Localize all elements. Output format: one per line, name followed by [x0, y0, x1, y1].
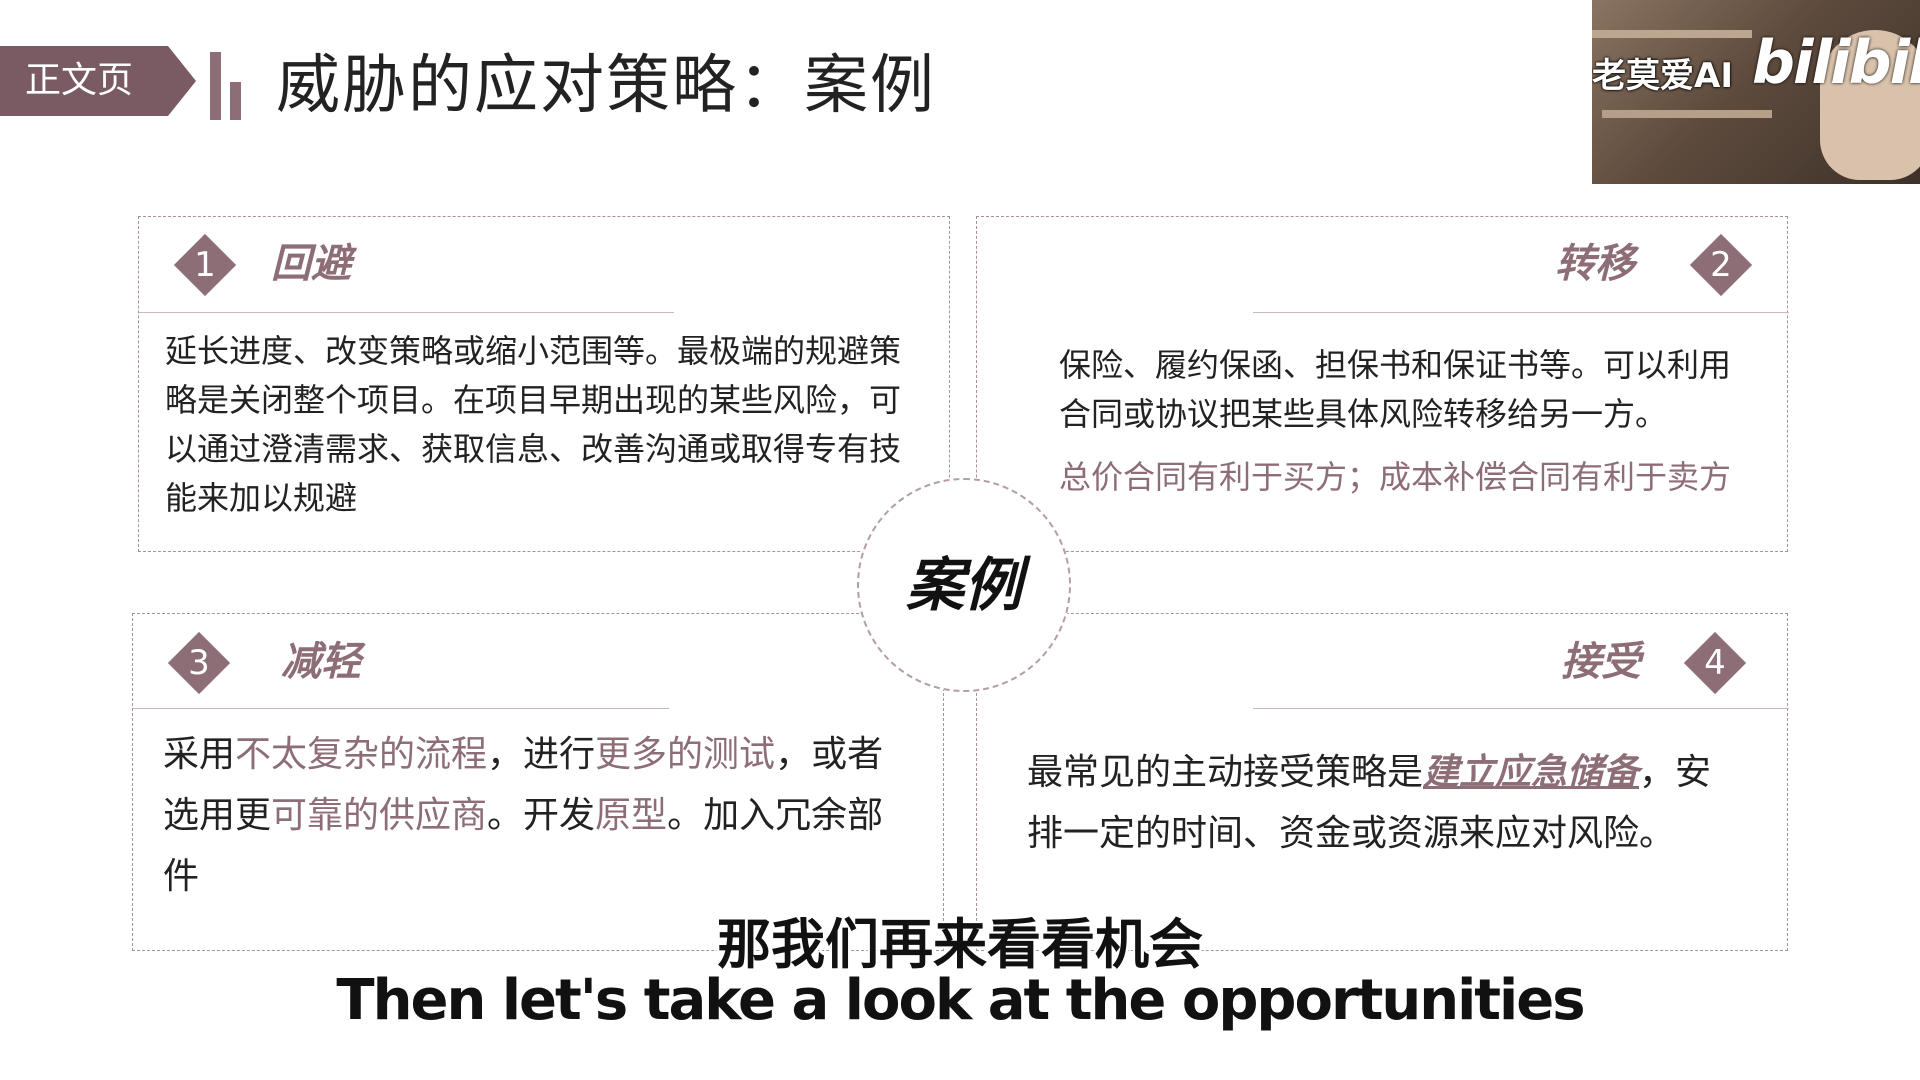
section-tag: 正文页 — [0, 46, 196, 116]
card-title: 减轻 — [281, 639, 361, 685]
title-decoration — [210, 52, 246, 120]
card-title: 接受 — [1561, 639, 1641, 685]
page-title: 威胁的应对策略：案例 — [276, 49, 936, 123]
strategy-card-transfer: 2 转移 保险、履约保函、担保书和保证书等。可以利用合同或协议把某些具体风险转移… — [976, 216, 1789, 552]
divider — [139, 312, 674, 313]
card-text: 保险、履约保函、担保书和保证书等。可以利用合同或协议把某些具体风险转移给另一方。 — [1059, 346, 1732, 433]
divider — [133, 708, 669, 709]
center-circle: 案例 — [857, 478, 1071, 692]
card-text: 延长进度、改变策略或缩小范围等。最极端的规避策略是关闭整个项目。在项目早期出现的… — [165, 332, 902, 517]
card-text: 最常见的主动接受策略是建立应急储备，安排一定的时间、资金或资源来应对风险。 — [1027, 752, 1712, 854]
number-badge: 2 — [1689, 233, 1753, 297]
strategy-card-avoid: 1 回避 延长进度、改变策略或缩小范围等。最极端的规避策略是关闭整个项目。在项目… — [138, 216, 950, 552]
section-tag-label: 正文页 — [24, 60, 133, 101]
card-title: 回避 — [271, 241, 351, 287]
channel-watermark: 老莫爱AI — [1592, 56, 1733, 96]
number-badge: 4 — [1683, 631, 1747, 695]
subtitle-english: Then let's take a look at the opportunit… — [336, 968, 1585, 1033]
card-text: 采用不太复杂的流程，进行更多的测试，或者选用更可靠的供应商。开发原型。加入冗余部… — [163, 734, 884, 897]
center-label: 案例 — [905, 551, 1022, 619]
number-badge: 1 — [173, 233, 237, 297]
card-note: 总价合同有利于买方；成本补偿合同有利于卖方 — [1059, 458, 1732, 496]
number-badge: 3 — [167, 631, 231, 695]
divider — [1253, 708, 1789, 709]
bilibili-logo: bilibili — [1752, 28, 1920, 98]
webcam-overlay: 老莫爱AI bilibili — [1592, 0, 1920, 184]
divider — [1253, 312, 1789, 313]
card-title: 转移 — [1555, 241, 1635, 287]
